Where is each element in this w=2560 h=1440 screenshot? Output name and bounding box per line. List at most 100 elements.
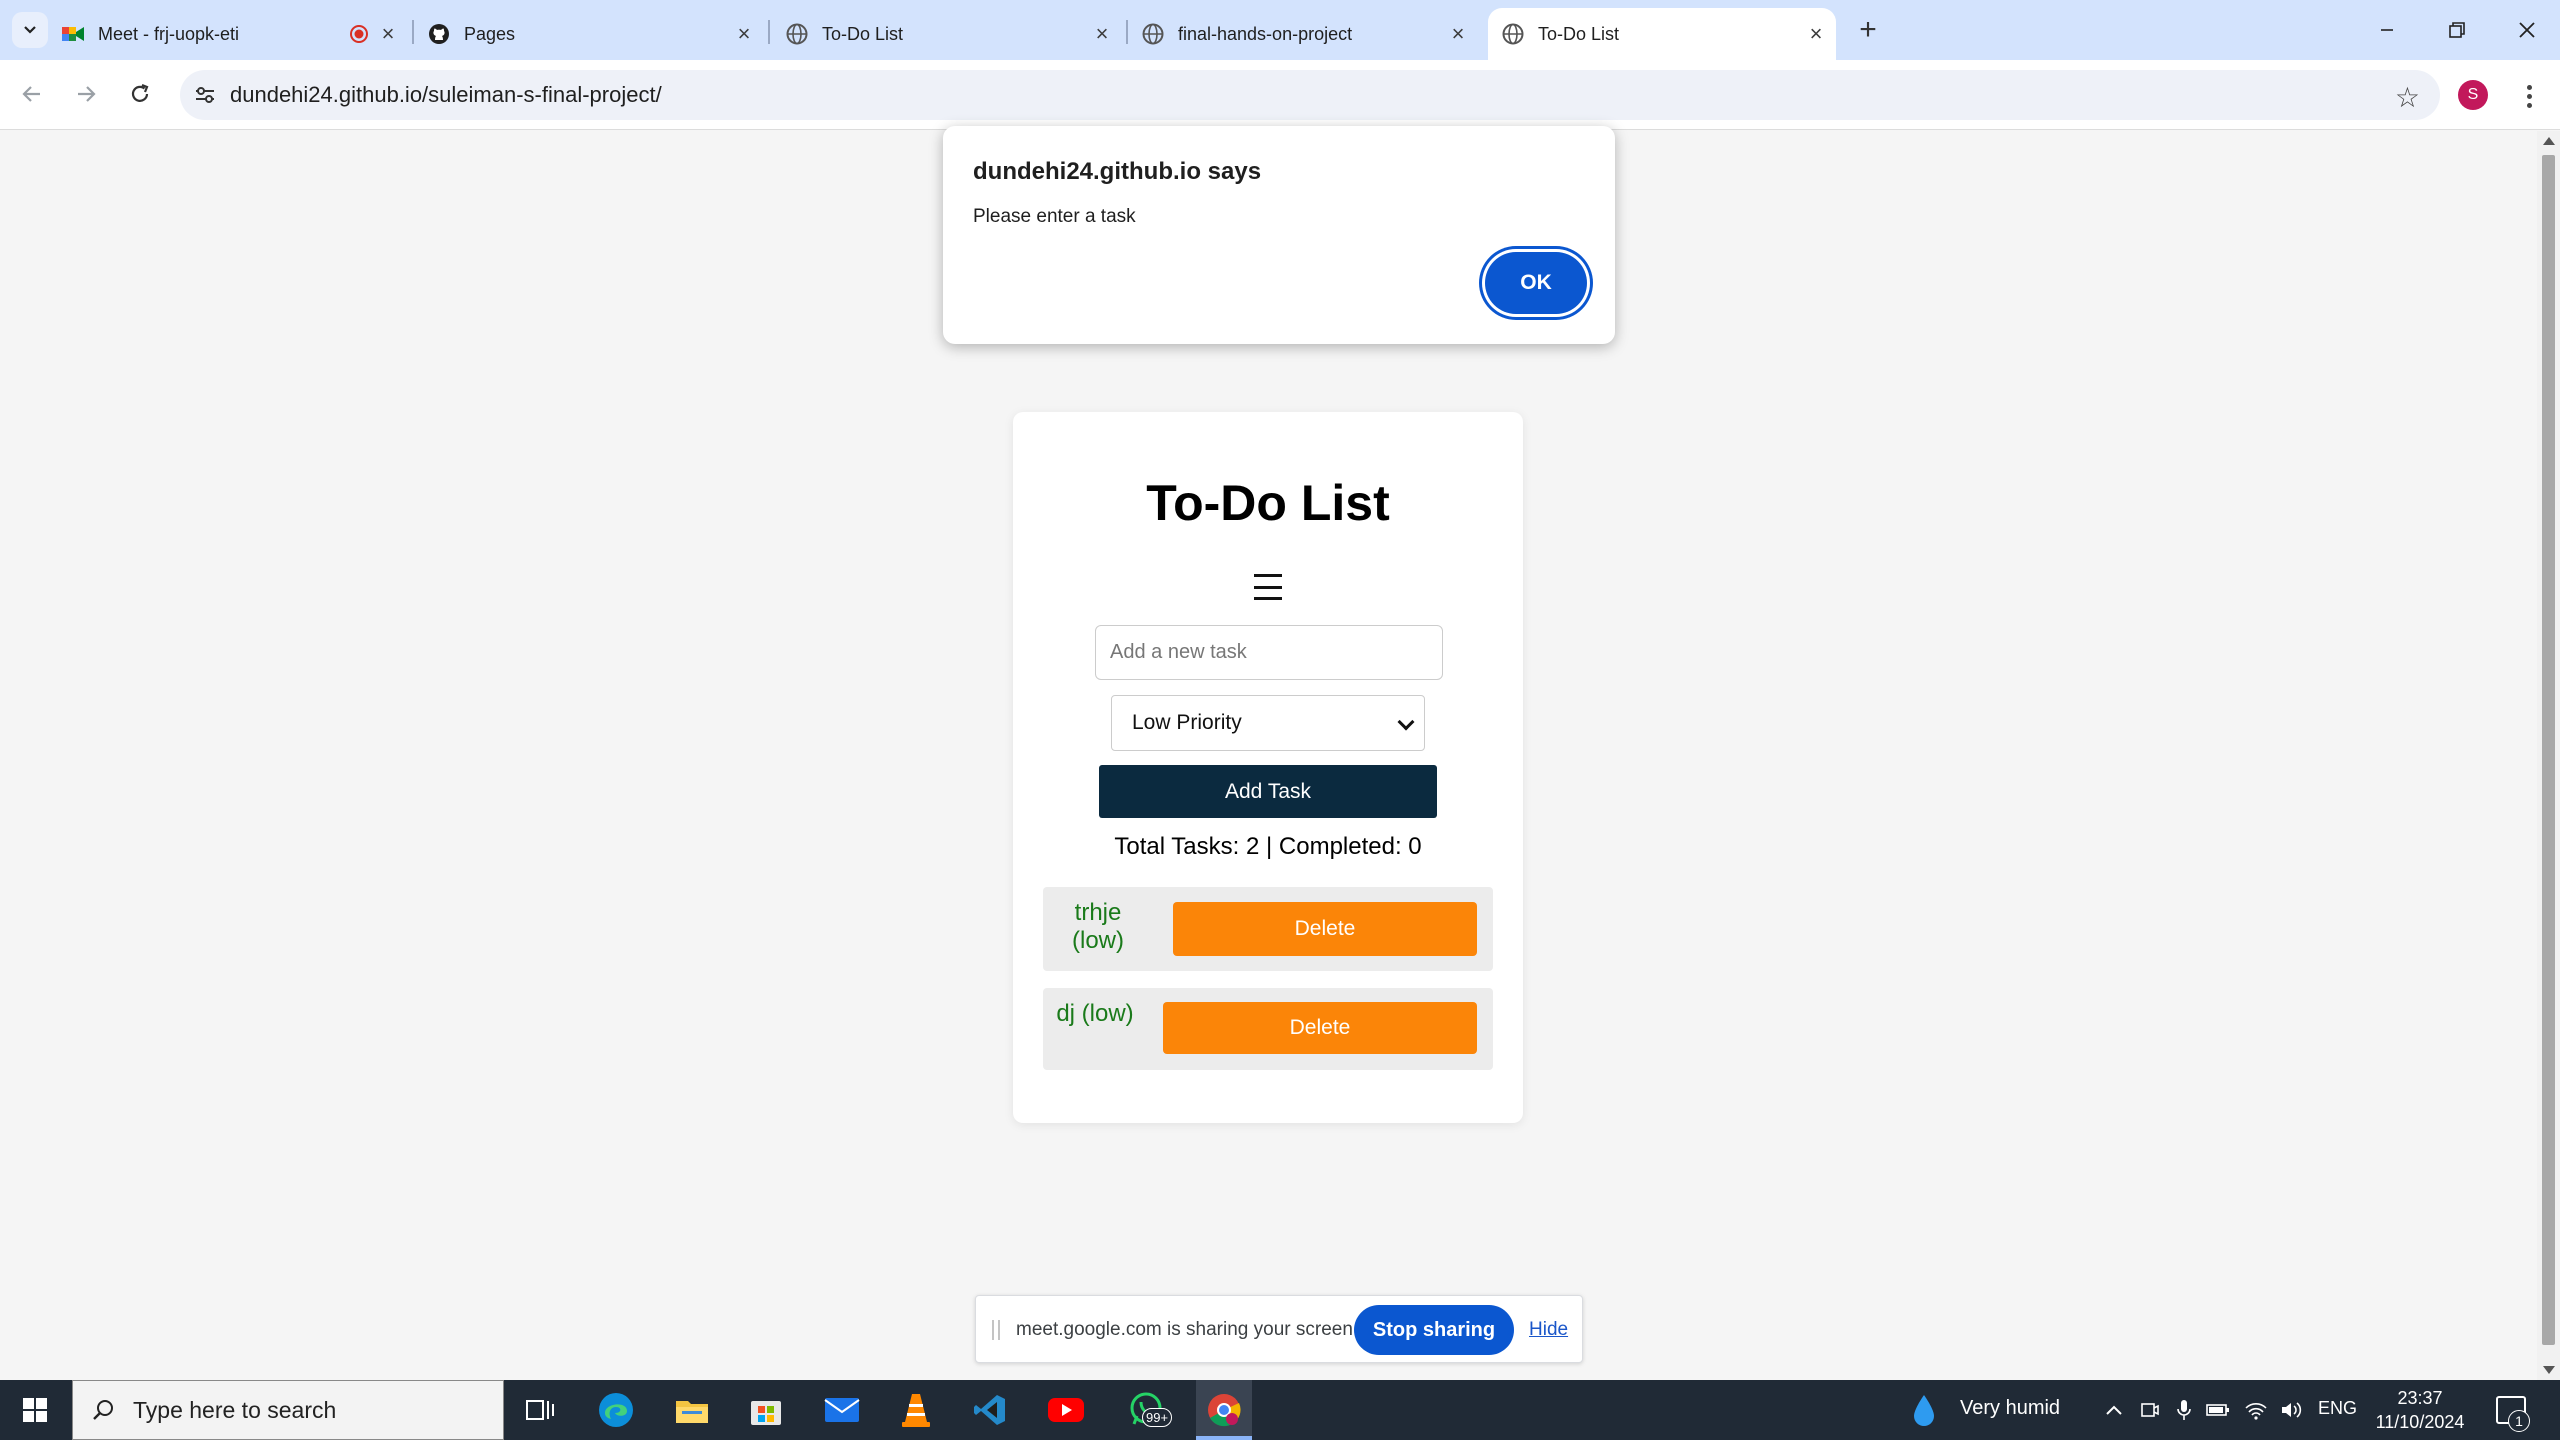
search-placeholder: Type here to search <box>133 1396 337 1423</box>
close-window-icon[interactable] <box>2492 0 2560 60</box>
task-item: dj (low) Delete <box>1043 988 1493 1070</box>
clock-time: 23:37 <box>2397 1388 2443 1408</box>
mail-icon[interactable] <box>822 1390 862 1430</box>
battery-icon[interactable] <box>2206 1398 2230 1422</box>
active-app-indicator <box>1196 1436 1252 1440</box>
reload-icon[interactable] <box>120 74 160 114</box>
hamburger-menu-icon[interactable] <box>1254 574 1282 600</box>
browser-menu-icon[interactable] <box>2514 76 2544 116</box>
close-tab-icon[interactable]: × <box>374 20 402 48</box>
youtube-icon[interactable] <box>1046 1390 1086 1430</box>
task-item: trhje (low) Delete <box>1043 887 1493 971</box>
meet-tray-icon[interactable] <box>2138 1398 2162 1422</box>
delete-button[interactable]: Delete <box>1163 1002 1477 1054</box>
tab-title: Pages <box>464 23 516 44</box>
task-text: dj (low) <box>1056 1000 1134 1027</box>
ok-button[interactable]: OK <box>1485 252 1587 314</box>
weather-text[interactable]: Very humid <box>1960 1397 2060 1420</box>
priority-select[interactable]: Low Priority <box>1111 695 1425 751</box>
close-tab-icon[interactable]: × <box>1802 20 1830 48</box>
scrollbar-thumb[interactable] <box>2542 155 2555 1345</box>
stop-sharing-button[interactable]: Stop sharing <box>1354 1305 1514 1355</box>
whatsapp-badge: 99+ <box>1142 1408 1173 1427</box>
whatsapp-icon[interactable]: 99+ <box>1120 1390 1176 1430</box>
hide-link[interactable]: Hide <box>1529 1319 1568 1341</box>
bookmark-star-icon[interactable]: ☆ <box>2395 81 2420 114</box>
tab-strip: Meet - frj-uopk-eti × Pages × To-Do List… <box>0 0 2560 60</box>
todo-card: To-Do List Low Priority Add Task Total T… <box>1013 412 1523 1123</box>
scroll-down-icon[interactable] <box>2543 1366 2555 1374</box>
restore-icon[interactable] <box>2422 0 2492 60</box>
tab-final-project[interactable]: final-hands-on-project × <box>1142 8 1472 60</box>
screen-share-bar: meet.google.com is sharing your screen. … <box>975 1295 1583 1363</box>
globe-icon <box>1502 23 1524 45</box>
chrome-icon[interactable] <box>1204 1390 1244 1430</box>
tab-pages[interactable]: Pages × <box>428 8 758 60</box>
tab-search-button[interactable] <box>12 12 48 48</box>
minimize-icon[interactable] <box>2352 0 2422 60</box>
delete-button[interactable]: Delete <box>1173 902 1477 956</box>
microsoft-store-icon[interactable] <box>746 1390 786 1430</box>
vlc-icon[interactable] <box>896 1390 936 1430</box>
task-input[interactable] <box>1095 625 1443 680</box>
vscode-icon[interactable] <box>970 1390 1010 1430</box>
page-scrollbar[interactable] <box>2537 131 2560 1380</box>
tab-title: To-Do List <box>822 23 904 44</box>
task-text: trhje (low) <box>1059 899 1137 955</box>
task-view-icon[interactable] <box>520 1390 560 1430</box>
tab-separator <box>412 20 414 44</box>
globe-icon <box>1142 23 1164 45</box>
globe-icon <box>786 23 808 45</box>
task-name: trhje <box>1074 899 1122 926</box>
close-tab-icon[interactable]: × <box>730 20 758 48</box>
new-tab-icon[interactable]: + <box>1850 12 1886 48</box>
system-clock[interactable]: 23:37 11/10/2024 <box>2365 1386 2475 1434</box>
close-tab-icon[interactable]: × <box>1444 20 1472 48</box>
task-priority: (low) <box>1072 927 1124 954</box>
microphone-icon[interactable] <box>2172 1398 2196 1422</box>
search-icon <box>73 1398 133 1422</box>
weather-drop-icon[interactable] <box>1912 1392 1936 1428</box>
add-task-button[interactable]: Add Task <box>1099 765 1437 818</box>
taskbar-search[interactable]: Type here to search <box>72 1380 504 1440</box>
edge-icon[interactable] <box>596 1390 636 1430</box>
share-message: meet.google.com is sharing your screen. <box>1016 1319 1359 1340</box>
task-stats: Total Tasks: 2 | Completed: 0 <box>1114 833 1422 860</box>
forward-icon[interactable] <box>66 74 106 114</box>
tab-meet[interactable]: Meet - frj-uopk-eti × <box>62 8 402 60</box>
clock-date: 11/10/2024 <box>2375 1412 2465 1432</box>
github-icon <box>428 23 450 45</box>
url-text[interactable]: dundehi24.github.io/suleiman-s-final-pro… <box>230 82 662 108</box>
alert-dialog: dundehi24.github.io says Please enter a … <box>943 126 1615 344</box>
alert-title: dundehi24.github.io says <box>973 158 1262 185</box>
google-meet-icon <box>62 23 84 45</box>
browser-toolbar: dundehi24.github.io/suleiman-s-final-pro… <box>0 60 2560 130</box>
tab-title: final-hands-on-project <box>1178 23 1353 44</box>
tab-todo-list[interactable]: To-Do List × <box>786 8 1116 60</box>
page-title: To-Do List <box>1146 475 1390 531</box>
chevron-up-icon[interactable] <box>2102 1398 2126 1422</box>
tab-title: To-Do List <box>1538 23 1620 44</box>
recording-icon <box>344 24 374 44</box>
close-tab-icon[interactable]: × <box>1088 20 1116 48</box>
alert-message: Please enter a task <box>973 206 1136 227</box>
wifi-icon[interactable] <box>2244 1398 2268 1422</box>
profile-avatar[interactable]: S <box>2458 80 2488 110</box>
chevron-down-icon <box>1397 713 1415 731</box>
drag-handle-icon[interactable] <box>992 1320 1000 1340</box>
tab-separator <box>768 20 770 44</box>
tab-separator <box>1126 20 1128 44</box>
windows-start-icon[interactable] <box>0 1380 70 1440</box>
tab-todo-list-active[interactable]: To-Do List × <box>1488 8 1836 60</box>
scroll-up-icon[interactable] <box>2543 137 2555 145</box>
address-bar[interactable]: dundehi24.github.io/suleiman-s-final-pro… <box>180 70 2440 120</box>
taskbar: Type here to search 99+ Very humid ENG 2… <box>0 1380 2560 1440</box>
language-indicator[interactable]: ENG <box>2318 1398 2357 1419</box>
notification-badge: 1 <box>2508 1410 2530 1432</box>
back-icon[interactable] <box>12 74 52 114</box>
priority-selected-value: Low Priority <box>1132 711 1242 734</box>
volume-icon[interactable] <box>2280 1398 2304 1422</box>
file-explorer-icon[interactable] <box>672 1390 712 1430</box>
site-settings-icon[interactable] <box>180 85 230 105</box>
tab-title: Meet - frj-uopk-eti <box>98 23 240 44</box>
